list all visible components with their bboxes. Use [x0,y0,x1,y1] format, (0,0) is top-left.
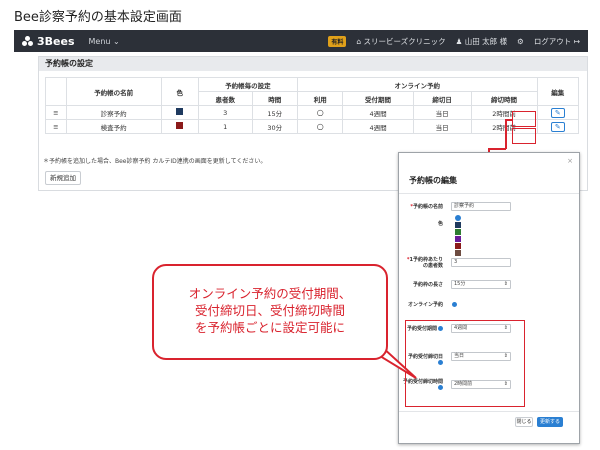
table-row: ≡ 診察予約 3 15分 ○ 4週間 当日 2時間前 ✎ [45,105,580,120]
online-toggle-icon[interactable] [452,302,457,307]
row-color [160,119,199,134]
paid-badge: 有料 [328,35,347,47]
brand-logo[interactable]: 3Bees [22,35,75,48]
col-edit: 編集 [536,77,580,106]
update-button[interactable]: 更新する [537,417,563,427]
col-group-setting: 予約帳毎の設定 [197,77,298,92]
row-name: 検査予約 [65,119,162,134]
color-option[interactable] [455,215,461,221]
menu-dropdown[interactable]: Menu ⌄ [89,37,120,46]
panel-title: 予約帳の設定 [39,57,587,71]
connector-line [505,119,507,149]
row-name: 診察予約 [65,105,162,120]
drag-handle-icon[interactable]: ≡ [45,105,67,120]
clinic-icon: ⌂ [356,36,362,46]
col-name: 予約帳の名前 [65,77,162,106]
slot-length-label: 予約枠の長さ [412,282,443,288]
clinic-label: スリービーズクリニック [363,36,446,46]
logout-label: ログアウト [533,36,572,46]
capacity-label: *1予約枠あたりの患者数 [406,257,443,269]
drag-column-header [45,77,67,106]
name-label: *予約帳の名前 [410,204,443,210]
color-option[interactable] [455,236,461,242]
add-new-button[interactable]: 新規追加 [45,171,81,185]
color-label: 色 [437,221,443,227]
menu-label: Menu [88,36,111,46]
edit-highlight-1 [512,111,536,127]
close-icon[interactable]: × [567,157,573,165]
logout-icon: ↦ [573,36,580,46]
color-option[interactable] [455,222,461,228]
col-color: 色 [160,77,199,106]
color-option[interactable] [455,250,461,256]
color-option[interactable] [455,243,461,249]
color-swatch [176,108,184,115]
row-period: 4週間 [342,119,414,134]
callout-line: を予約帳ごとに設定可能に [194,320,345,335]
page-title: Bee診察予約の基本設定画面 [14,10,182,25]
connector-line [488,148,506,150]
note-text: ＊予約帳を追加した場合、Bee診察予約 カルテID連携の画面を更新してください。 [43,158,267,165]
chevron-icon: ⇕ [503,281,508,287]
name-input[interactable]: 診察予約 [451,202,511,211]
col-patients: 患者数 [197,91,253,106]
row-edit-cell: ✎ [536,119,580,134]
row-deadline-day: 当日 [412,119,472,134]
online-settings-highlight [405,320,525,407]
slot-length-value: 15分 [454,281,466,287]
row-deadline-day: 当日 [412,105,472,120]
row-use: ○ [296,105,344,120]
row-patients: 1 [197,119,253,134]
modal-title: 予約帳の編集 [409,176,457,185]
bees-logo-icon [22,36,34,46]
edit-icon[interactable]: ✎ [550,121,565,132]
online-label: オンライン予約 [407,302,443,308]
close-button[interactable]: 閉じる [515,417,533,427]
user-menu[interactable]: ♟ 山田 太郎 様 [456,36,507,47]
brand-name: 3Bees [37,34,75,48]
row-color [160,105,199,120]
capacity-input[interactable]: 3 [451,258,511,267]
edit-icon[interactable]: ✎ [550,107,565,118]
callout-text: オンライン予約の受付期間、 受付締切日、受付締切時間 を予約帳ごとに設定可能に [152,285,388,336]
settings-icon[interactable]: ⚙ [517,37,524,46]
user-label: 山田 太郎 様 [464,36,508,46]
reservation-book-table: 予約帳の名前 色 予約帳毎の設定 オンライン予約 編集 患者数 時間 利用 受付… [45,77,580,134]
logout-link[interactable]: ログアウト ↦ [534,36,580,47]
col-use: 利用 [296,91,344,106]
col-deadline-day: 締切日 [412,91,472,106]
row-edit-cell: ✎ [536,105,580,120]
color-option[interactable] [455,229,461,235]
edit-highlight-2 [512,128,536,144]
callout-line: オンライン予約の受付期間、 [188,286,352,301]
col-deadline-time: 締切時間 [470,91,538,106]
callout-line: 受付締切日、受付締切時間 [194,303,345,318]
row-patients: 3 [197,105,253,120]
clinic-name[interactable]: ⌂ スリービーズクリニック [356,36,445,47]
drag-handle-icon[interactable]: ≡ [45,119,67,134]
row-period: 4週間 [342,105,414,120]
col-period: 受付期間 [342,91,414,106]
row-time: 15分 [251,105,298,120]
col-time: 時間 [251,91,298,106]
user-icon: ♟ [455,36,463,46]
top-navbar: 3Bees Menu ⌄ 有料 ⌂ スリービーズクリニック ♟ 山田 太郎 様 … [14,30,588,52]
modal-divider [399,411,579,412]
row-use: ○ [296,119,344,134]
modal-divider [399,193,579,194]
row-time: 30分 [251,119,298,134]
color-swatch [176,122,184,129]
col-group-online: オンライン予約 [296,77,538,92]
table-row: ≡ 検査予約 1 30分 ○ 4週間 当日 2時間前 ✎ [45,119,580,134]
edit-modal: × 予約帳の編集 *予約帳の名前 診察予約 色 *1予約枠あたりの患者数 3 予… [398,152,580,444]
slot-length-select[interactable]: 15分 ⇕ [451,280,511,289]
